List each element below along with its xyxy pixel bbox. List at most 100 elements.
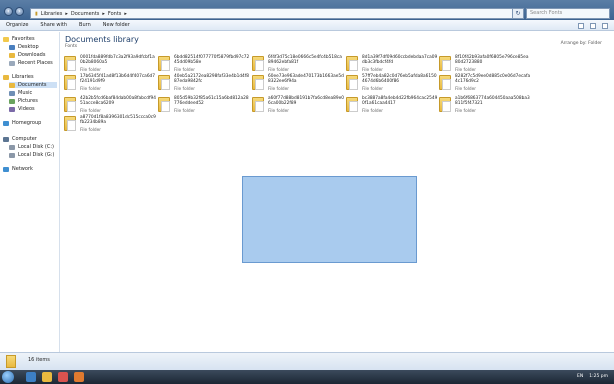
- folder-icon: [158, 56, 170, 71]
- status-bar: 16 items: [0, 352, 614, 370]
- folder-item[interactable]: a8770d1f8a8396301dc515ccca0c9fb2234b89a …: [64, 115, 156, 137]
- forward-button[interactable]: ›: [15, 7, 24, 16]
- folder-icon: [346, 97, 358, 112]
- folder-type: File folder: [455, 87, 477, 92]
- file-list-pane[interactable]: Documents library Fonts Arrange by: Fold…: [61, 32, 614, 352]
- navigation-pane: Favorites Desktop Downloads Recent Place…: [0, 32, 60, 352]
- clock[interactable]: 1:25 pm: [589, 374, 608, 379]
- folder-type: File folder: [174, 109, 196, 114]
- language-indicator[interactable]: EN: [577, 374, 583, 379]
- nav-local-disk-g[interactable]: Local Disk (G:): [9, 152, 54, 158]
- back-button[interactable]: ‹: [4, 7, 13, 16]
- folder-item[interactable]: a60f77d88bd8191b7fa6cd8ea89e06ca00b22f89…: [252, 96, 344, 118]
- nav-label: Pictures: [18, 98, 38, 104]
- arrange-label: Arrange by:: [560, 41, 587, 46]
- nav-label: Music: [18, 90, 33, 96]
- folder-name: 6bdd82514f077770f5879fbd97c7245dd09b58e: [174, 55, 250, 65]
- burn-button[interactable]: Burn: [79, 22, 91, 28]
- nav-label: Downloads: [18, 52, 46, 58]
- internet-explorer-icon[interactable]: [26, 372, 36, 382]
- folder-icon: [252, 75, 264, 90]
- nav-videos[interactable]: Videos: [9, 106, 35, 112]
- nav-libraries[interactable]: Libraries: [3, 74, 34, 80]
- folder-name: 8d1a39f7df09d60ccbdebdaa7ca09db3c3fbdcf4…: [362, 55, 438, 65]
- folder-icon: [439, 97, 451, 112]
- nav-desktop[interactable]: Desktop: [9, 44, 39, 50]
- music-icon: [9, 90, 15, 96]
- folder-name: 0001fda889fdb7c3a2f93a9dfcbf1a0b2b8060a5: [80, 55, 155, 65]
- folder-item[interactable]: 60ee73e963ade470173b1663ae5d8322ee6f94a …: [252, 74, 344, 96]
- library-title: Documents library: [65, 35, 139, 44]
- refresh-icon[interactable]: ↻: [512, 8, 524, 19]
- new-folder-button[interactable]: New folder: [103, 22, 130, 28]
- network-icon: [3, 166, 9, 172]
- breadcrumb-libraries[interactable]: Libraries: [41, 11, 63, 17]
- breadcrumb-fonts[interactable]: Fonts: [108, 11, 122, 17]
- folder-item[interactable]: a1b6f6863774a604450aaa508ba3811f5f47321 …: [439, 96, 531, 118]
- folder-type: File folder: [362, 68, 384, 73]
- media-player-icon[interactable]: [58, 372, 68, 382]
- arrange-by[interactable]: Arrange by: Folder: [561, 41, 602, 46]
- nav-favorites[interactable]: Favorites: [3, 36, 35, 42]
- pictures-icon: [9, 98, 15, 104]
- arrange-value[interactable]: Folder: [588, 41, 602, 46]
- taskbar: EN 1:25 pm: [0, 370, 614, 384]
- folder-icon: [64, 56, 76, 71]
- recent-places-icon: [9, 60, 15, 66]
- start-button[interactable]: [2, 371, 14, 383]
- folder-item[interactable]: 17b6345f41ad8f13b6d4f407ca6d7f24191d9f9 …: [64, 74, 156, 96]
- view-options-icon[interactable]: [578, 23, 584, 29]
- breadcrumb-documents[interactable]: Documents: [71, 11, 100, 17]
- nav-label: Favorites: [12, 36, 35, 42]
- folder-type: File folder: [268, 109, 290, 114]
- videos-icon: [9, 106, 15, 112]
- folder-icon: ▮: [35, 10, 38, 17]
- search-input[interactable]: Search Fonts: [526, 8, 610, 19]
- nav-recent-places[interactable]: Recent Places: [9, 60, 53, 66]
- folder-item[interactable]: 57ff7eb4a82c0d76eb5afda8a61504674d6b6400…: [346, 74, 438, 96]
- breadcrumb-separator: ▸: [124, 10, 127, 17]
- folder-item[interactable]: 8282f7c5d9ee0d885c0e06d7ecafa4c176d9c2 F…: [439, 74, 531, 96]
- item-count: 16 items: [28, 357, 50, 363]
- nav-local-disk-c[interactable]: Local Disk (C:): [9, 144, 54, 150]
- folder-item[interactable]: bc3887a8fa4eb4d22fb964cac25490f1a61caa44…: [346, 96, 438, 118]
- folder-name: 60ee73e963ade470173b1663ae5d8322ee6f94a: [268, 74, 344, 84]
- folder-name: 8282f7c5d9ee0d885c0e06d7ecafa4c176d9c2: [455, 74, 531, 84]
- folder-name: a8770d1f8a8396301dc515ccca0c9fb2234b89a: [80, 115, 156, 125]
- folder-type: File folder: [268, 68, 290, 73]
- folder-type: File folder: [80, 128, 102, 133]
- folder-type: File folder: [268, 87, 290, 92]
- nav-label: Network: [12, 166, 33, 172]
- nav-label: Recent Places: [18, 60, 53, 66]
- folder-item[interactable]: 40eb5a2172ea8298faf33e4b1d4f887eda9842fc…: [158, 74, 250, 96]
- organize-button[interactable]: Organize: [6, 22, 28, 28]
- nav-homegroup[interactable]: Homegroup: [3, 120, 41, 126]
- preview-pane-icon[interactable]: [590, 23, 596, 29]
- documents-icon: [9, 82, 15, 88]
- homegroup-icon: [3, 120, 9, 126]
- folder-item[interactable]: 805d59b32f85a61c15a6bd812a28776eddeed52 …: [158, 96, 250, 118]
- nav-label: Homegroup: [12, 120, 42, 126]
- folder-type: File folder: [455, 68, 477, 73]
- help-icon[interactable]: [602, 23, 608, 29]
- app-icon[interactable]: [74, 372, 84, 382]
- nav-music[interactable]: Music: [9, 90, 32, 96]
- drive-icon: [9, 144, 15, 150]
- nav-computer[interactable]: Computer: [3, 136, 37, 142]
- folder-name: bc3887a8fa4eb4d22fb964cac25490f1a61caa44…: [362, 96, 438, 106]
- folder-icon: [64, 116, 76, 131]
- folder-type: File folder: [80, 109, 102, 114]
- nav-label: Local Disk (G:): [18, 152, 55, 158]
- nav-pictures[interactable]: Pictures: [9, 98, 38, 104]
- nav-network[interactable]: Network: [3, 166, 33, 172]
- nav-documents[interactable]: Documents: [9, 82, 57, 88]
- nav-downloads[interactable]: Downloads: [9, 52, 45, 58]
- folder-type: File folder: [80, 87, 102, 92]
- title-bar: ‹ › ▮ Libraries ▸ Documents ▸ Fonts ▸ ↻ …: [0, 0, 614, 20]
- explorer-icon[interactable]: [42, 372, 52, 382]
- folder-name: 805d59b32f85a61c15a6bd812a28776eddeed52: [174, 96, 249, 106]
- folder-icon: [439, 56, 451, 71]
- address-bar[interactable]: ▮ Libraries ▸ Documents ▸ Fonts ▸: [30, 8, 520, 19]
- share-with-button[interactable]: Share with: [40, 22, 67, 28]
- folder-name: a60f77d88bd8191b7fa6cd8ea89e06ca00b22f89: [268, 96, 344, 106]
